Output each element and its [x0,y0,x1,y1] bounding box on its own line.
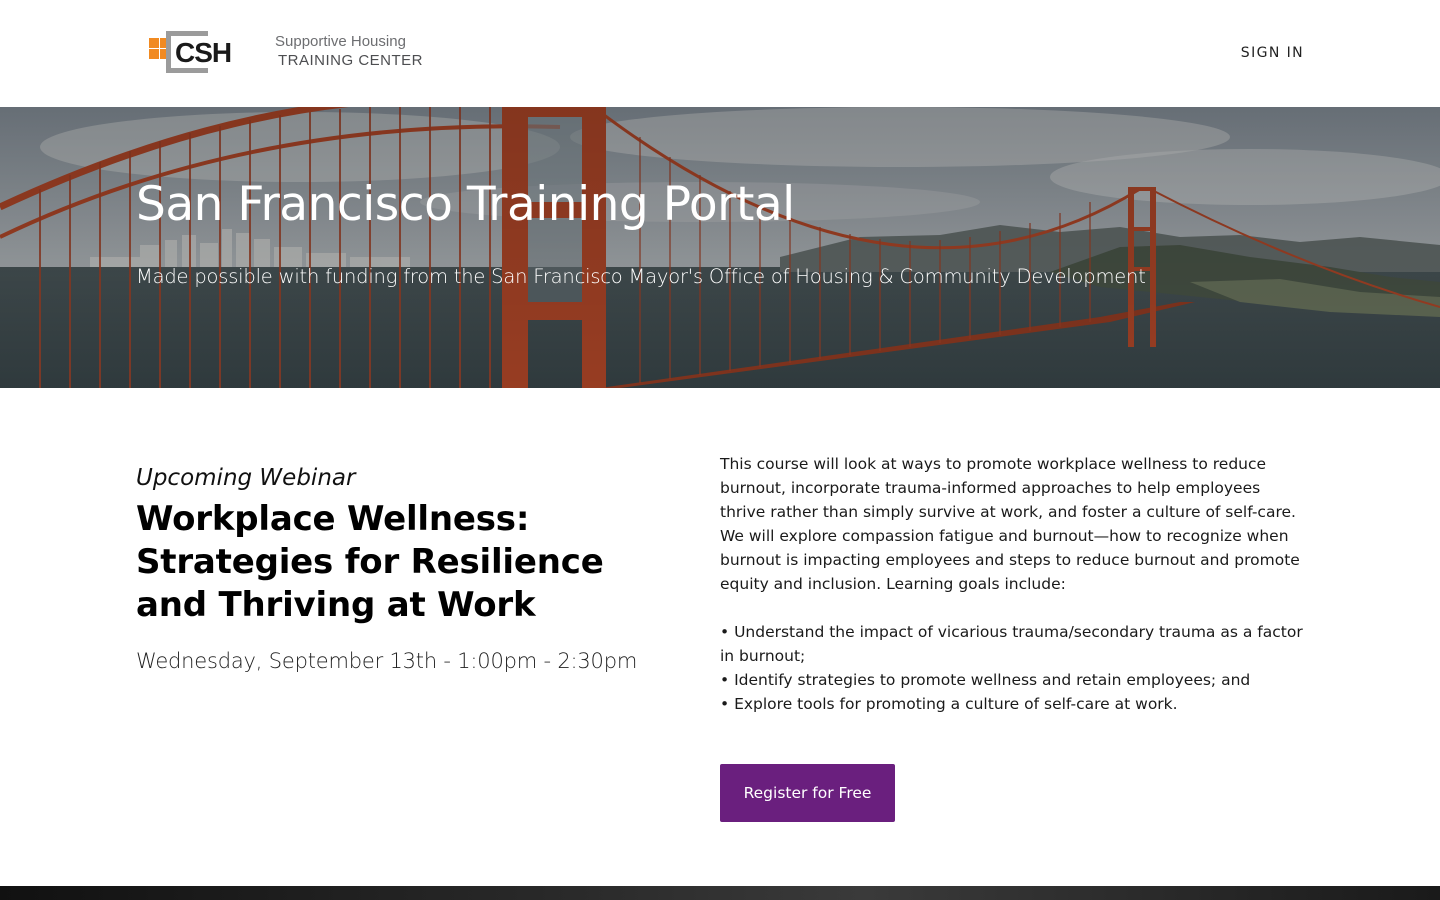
course-details: This course will look at ways to promote… [720,452,1310,822]
learning-goal-item: • Identify strategies to promote wellnes… [720,671,1251,689]
course-summary: Upcoming Webinar Workplace Wellness: Str… [136,462,676,673]
hero-subtitle: Made possible with funding from the San … [136,265,1146,288]
course-type-label: Upcoming Webinar [136,465,356,491]
logo-line-training-center: TRAINING CENTER [278,52,424,69]
learning-goal-item: • Explore tools for promoting a culture … [720,695,1178,713]
csh-logo-mark: CSH [149,31,232,73]
course-description: This course will look at ways to promote… [720,452,1310,716]
footer-strip [0,886,1440,900]
csh-logo[interactable]: CSH Supportive Housing TRAINING CENTER [148,30,428,76]
hero-title: San Francisco Training Portal [136,177,795,232]
svg-text:CSH: CSH [175,37,231,68]
course-title: Workplace Wellness: Strategies for Resil… [136,499,604,625]
register-button[interactable]: Register for Free [720,764,895,822]
learning-goal-item: • Understand the impact of vicarious tra… [720,623,1303,665]
golden-gate-bridge-image [0,107,1440,388]
course-date: Wednesday, September 13th - 1:00pm - 2:3… [136,649,638,673]
logo-line-supportive-housing: Supportive Housing [275,33,406,50]
hero-banner: San Francisco Training Portal Made possi… [0,107,1440,388]
sign-in-link[interactable]: SIGN IN [1241,45,1304,61]
logo-wordmark: Supportive Housing TRAINING CENTER [275,33,435,71]
site-header: CSH Supportive Housing TRAINING CENTER S… [0,0,1440,107]
course-description-text: This course will look at ways to promote… [720,455,1300,593]
